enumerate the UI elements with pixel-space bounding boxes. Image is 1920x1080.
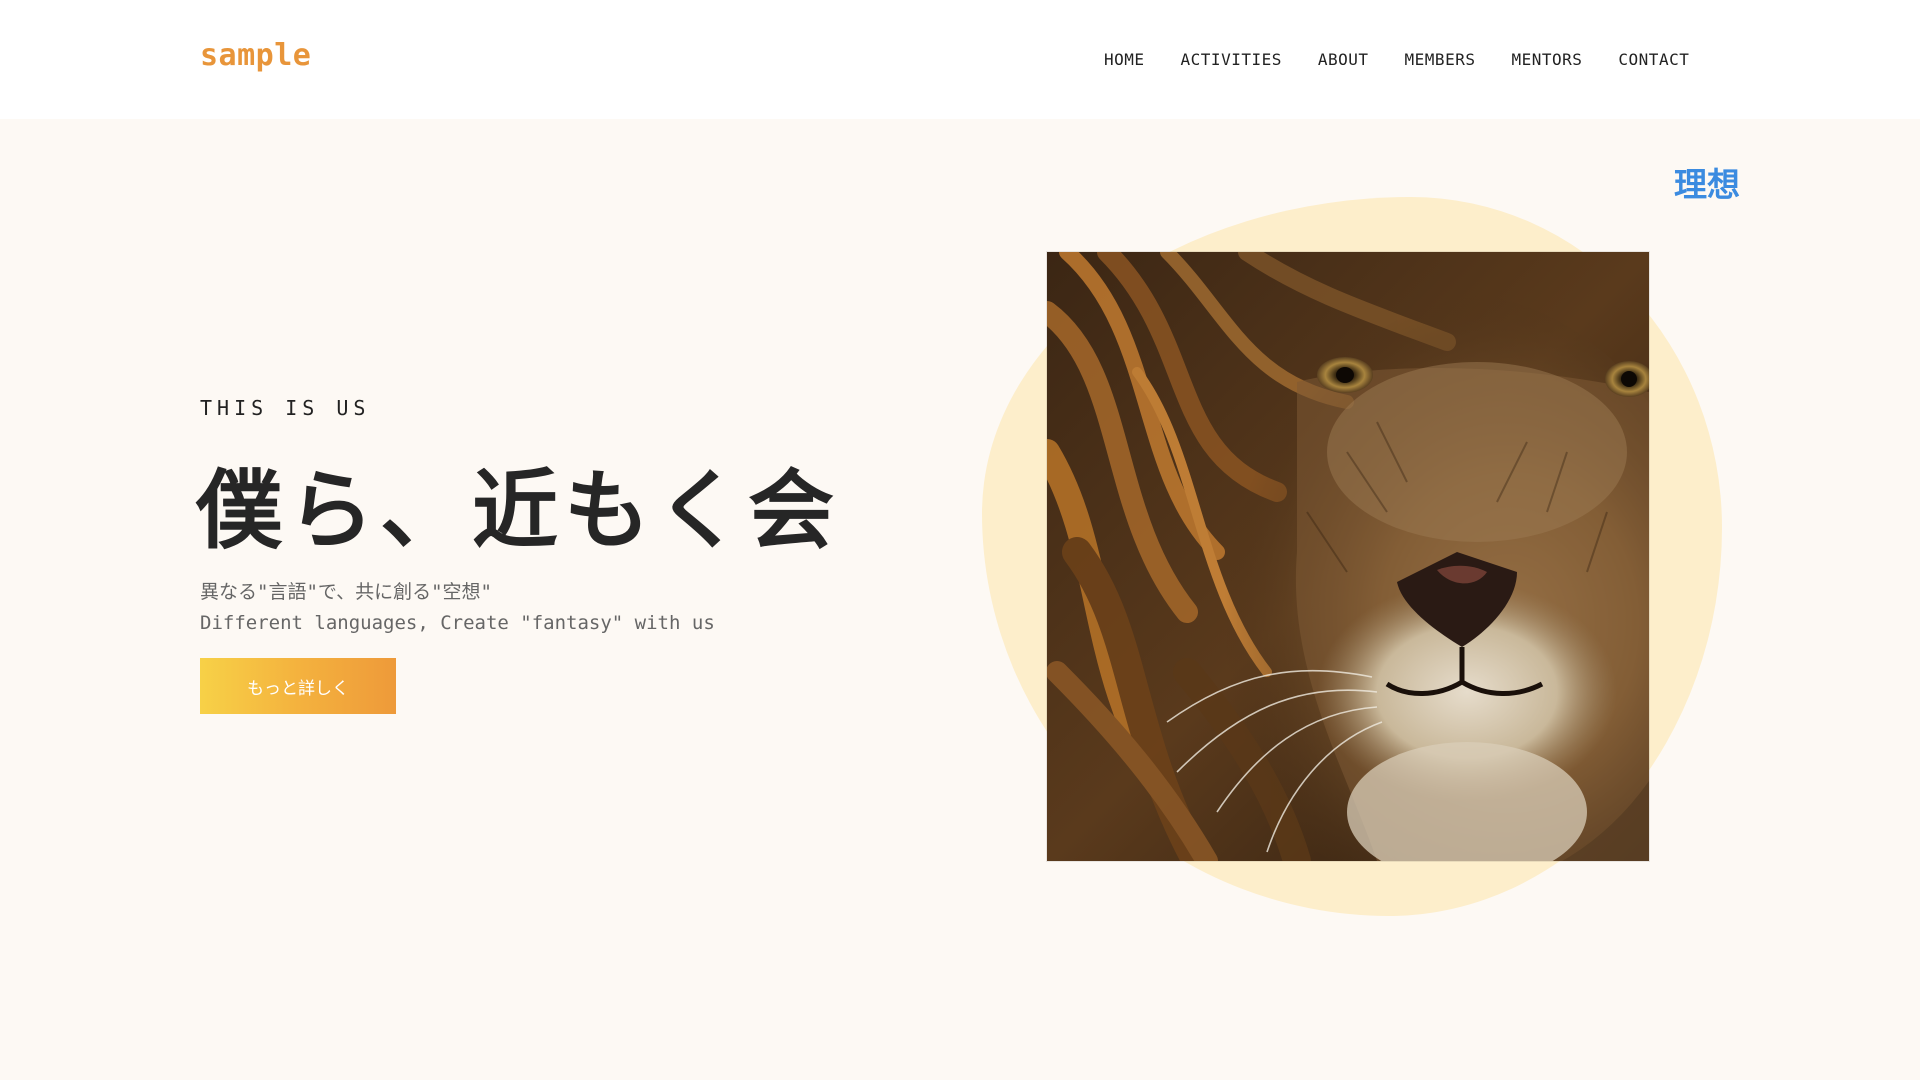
lion-photo [1047, 252, 1649, 861]
hero-title: 僕ら、近もく会 [196, 461, 840, 561]
side-label: 理想 [1674, 165, 1740, 204]
hero-subtitle-en: Different languages, Create "fantasy" wi… [200, 612, 715, 634]
main-nav: HOME ACTIVITIES ABOUT MEMBERS MENTORS CO… [1104, 50, 1689, 69]
hero-eyebrow: THIS IS US [200, 396, 371, 420]
nav-home[interactable]: HOME [1104, 50, 1145, 69]
nav-activities[interactable]: ACTIVITIES [1181, 50, 1282, 69]
site-logo[interactable]: sample [200, 38, 311, 73]
nav-members[interactable]: MEMBERS [1405, 50, 1476, 69]
learn-more-button[interactable]: もっと詳しく [200, 658, 396, 714]
site-header: sample HOME ACTIVITIES ABOUT MEMBERS MEN… [0, 0, 1920, 119]
nav-contact[interactable]: CONTACT [1618, 50, 1689, 69]
nav-about[interactable]: ABOUT [1318, 50, 1369, 69]
hero-subtitle: 異なる"言語"で、共に創る"空想" Different languages, C… [200, 577, 715, 639]
hero-subtitle-jp: 異なる"言語"で、共に創る"空想" [200, 581, 492, 603]
nav-mentors[interactable]: MENTORS [1511, 50, 1582, 69]
